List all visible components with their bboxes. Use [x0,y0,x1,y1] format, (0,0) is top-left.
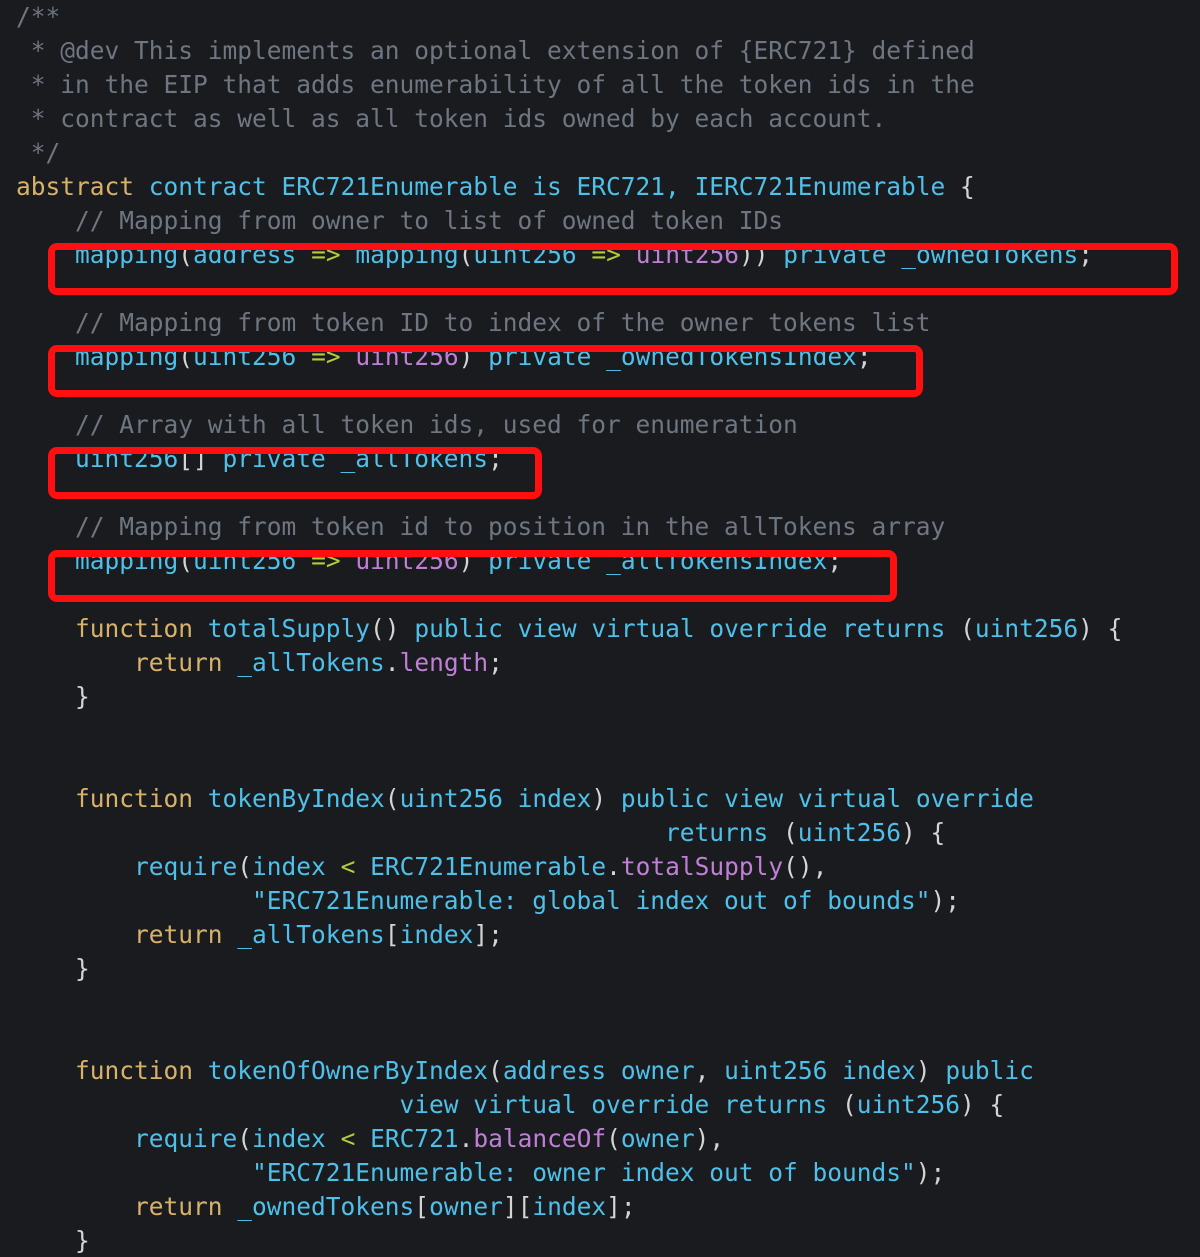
code-text: */ [16,138,61,167]
code-line: * contract as well as all token ids owne… [0,102,1200,136]
code-line: */ [0,136,1200,170]
keyword-abstract: abstract [16,172,135,201]
code-line-total-supply-sig: function totalSupply() public view virtu… [16,614,1123,643]
code-line-return-all-tokens: return _allTokens[index]; [16,920,503,949]
code-text: // Mapping from token id to position in … [16,512,946,541]
code-line-require-owner-msg: "ERC721Enumerable: owner index out of bo… [252,1158,946,1187]
code-line-require-global-msg: "ERC721Enumerable: global index out of b… [252,886,961,915]
code-line-owned-tokens-index: mapping(uint256 => uint256) private _own… [16,342,872,371]
code-line-token-by-index-sig: function tokenByIndex(uint256 index) pub… [16,784,1034,813]
code-line: // Array with all token ids, used for en… [0,408,1200,442]
code-line-owned-tokens: mapping(address => mapping(uint256 => ui… [16,240,1094,269]
code-line-total-supply-return: return _allTokens.length; [16,648,503,677]
code-line-require-owner: require(index < ERC721.balanceOf(owner), [16,1124,725,1153]
code-line-return-owned-tokens: return _ownedTokens[owner][index]; [16,1192,636,1221]
code-text: // Array with all token ids, used for en… [16,410,798,439]
code-text: /** [16,2,61,31]
code-line: } [0,680,1200,714]
code-line: * @dev This implements an optional exten… [0,34,1200,68]
code-block: /** * @dev This implements an optional e… [0,0,1200,1257]
code-line-all-tokens: uint256[] private _allTokens; [16,444,503,473]
code-text: // Mapping from token ID to index of the… [16,308,931,337]
code-screenshot: /** * @dev This implements an optional e… [0,0,1200,1257]
code-line: // Mapping from owner to list of owned t… [0,204,1200,238]
code-text: // Mapping from owner to list of owned t… [16,206,784,235]
code-text: * in the EIP that adds enumerability of … [16,70,975,99]
code-text: } [16,1226,90,1255]
code-text: * @dev This implements an optional exten… [16,36,975,65]
code-line: } [0,952,1200,986]
code-text: } [16,954,90,983]
code-line-require-global: require(index < ERC721Enumerable.totalSu… [16,852,828,881]
code-line-token-of-owner-returns: view virtual override returns (uint256) … [16,1090,1005,1119]
code-text: * contract as well as all token ids owne… [16,104,887,133]
code-line-token-of-owner-sig: function tokenOfOwnerByIndex(address own… [16,1056,1034,1085]
code-line: // Mapping from token ID to index of the… [0,306,1200,340]
code-line-contract-decl: abstract contract ERC721Enumerable is ER… [16,172,975,201]
code-line: * in the EIP that adds enumerability of … [0,68,1200,102]
code-line: /** [0,0,1200,34]
code-line: // Mapping from token id to position in … [0,510,1200,544]
code-line-token-by-index-returns: returns (uint256) { [16,818,946,847]
code-text: } [16,682,90,711]
keyword-contract: contract ERC721Enumerable is ERC721, IER… [148,172,946,201]
code-line-all-tokens-index: mapping(uint256 => uint256) private _all… [16,546,843,575]
code-line: } [0,1224,1200,1257]
